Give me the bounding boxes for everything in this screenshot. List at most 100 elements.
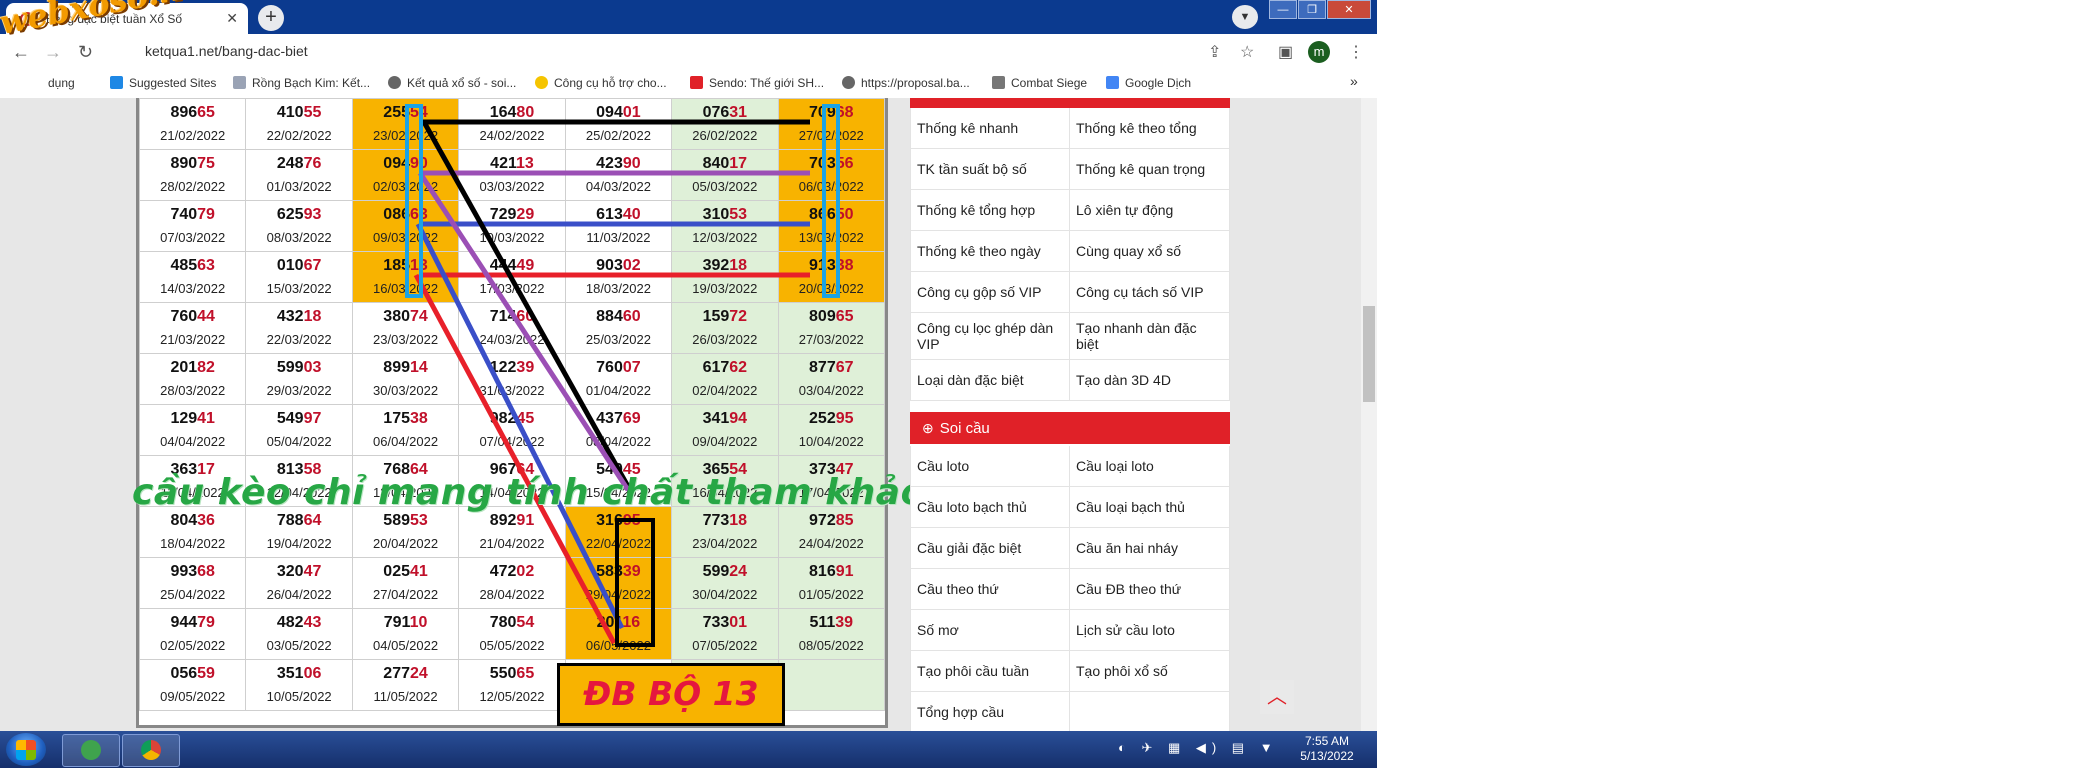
sidebar-link[interactable]: Tạo phôi xổ số [1070, 651, 1230, 691]
bookmark-google-dich[interactable]: Google Dịch [1106, 76, 1191, 90]
system-tray-icons[interactable]: ◐ ✈ ▦ ◀) ▤ ▼ [1118, 740, 1279, 756]
prize-date: 02/03/2022 [373, 179, 439, 194]
sidebar-link[interactable]: Thống kê quan trọng [1070, 149, 1230, 189]
prize-number-tail: 60 [622, 308, 641, 325]
prize-number-tail: 36 [197, 512, 215, 529]
sidebar-link[interactable]: Thống kê theo tổng [1070, 108, 1230, 148]
sidebar-link[interactable]: Cùng quay xổ số [1070, 231, 1230, 271]
sidebar-link[interactable]: Tạo nhanh dàn đặc biệt [1070, 313, 1230, 359]
bookmark-proposal[interactable]: https://proposal.ba... [842, 76, 970, 90]
sidebar-link[interactable]: Thống kê theo ngày [910, 231, 1070, 271]
bookmark-ket-qua-xo-so[interactable]: Kết quả xổ số - soi... [388, 76, 516, 90]
sidebar-link[interactable]: Tạo dàn 3D 4D [1070, 360, 1230, 400]
prize-number: 76044 [140, 307, 245, 327]
table-row: 20182 28/03/2022 59903 29/03/2022 89914 30/03… [138, 353, 886, 405]
sidebar-link[interactable]: Cầu loại bạch thủ [1070, 487, 1230, 527]
prize-date: 05/03/2022 [692, 179, 758, 194]
minimize-icon[interactable]: — [1269, 0, 1297, 19]
sidebar-link[interactable]: Số mơ [910, 610, 1070, 650]
prize-date: 01/05/2022 [798, 587, 864, 602]
sidebar-link[interactable]: Tạo phôi cầu tuần [910, 651, 1070, 691]
prize-number: 80436 [140, 511, 245, 531]
taskbar-app-chrome[interactable] [122, 734, 180, 767]
profile-avatar[interactable]: m [1308, 41, 1330, 63]
prize-number-tail: 97 [303, 410, 322, 427]
table-cell: 16480 24/02/2022 [458, 98, 566, 150]
sidebar-link[interactable]: Công cụ lọc ghép dàn VIP [910, 313, 1070, 359]
scrollbar-thumb[interactable] [1363, 306, 1375, 402]
table-cell: 71460 24/03/2022 [458, 302, 566, 354]
forward-arrow-icon[interactable]: → [44, 42, 62, 63]
sidebar-link[interactable]: Cầu giải đặc biệt [910, 528, 1070, 568]
prize-number-head: 903 [596, 257, 623, 274]
sidebar-link[interactable]: Cầu loại loto [1070, 446, 1230, 486]
sidebar-link[interactable]: Loại dàn đặc biệt [910, 360, 1070, 400]
more-bookmarks-icon[interactable]: » [1350, 73, 1358, 89]
sidebar-link[interactable]: Tổng hợp cầu [910, 692, 1070, 731]
bookmark-suggested-sites[interactable]: Suggested Sites [110, 76, 216, 90]
sidebar-link[interactable]: TK tần suất bộ số [910, 149, 1070, 189]
sidebar-link[interactable]: Lô xiên tự động [1070, 190, 1230, 230]
prize-date: 12/05/2022 [479, 689, 545, 704]
bookmark-cong-cu[interactable]: Công cụ hỗ trợ cho... [535, 76, 667, 90]
soi-cau-title: Soi cầu [939, 420, 990, 437]
sidebar-link[interactable]: Công cụ gộp số VIP [910, 272, 1070, 312]
prize-number: 08663 [353, 205, 458, 225]
taskbar-app-green[interactable] [62, 734, 120, 767]
new-tab-button[interactable]: + [258, 5, 284, 31]
prize-date: 18/04/2022 [160, 536, 226, 551]
bookmark-sendo[interactable]: Sendo: Thế giới SH... [690, 76, 824, 90]
close-tab-icon[interactable]: ✕ [226, 10, 238, 27]
share-icon[interactable]: ⇪ [1208, 42, 1221, 62]
sendo-icon [690, 76, 703, 89]
bookmark-combat-siege[interactable]: Combat Siege [992, 76, 1087, 90]
prize-number-head: 129 [170, 410, 198, 427]
prize-number-tail: 18 [729, 512, 748, 529]
scroll-to-top-button[interactable]: ︿ [1260, 680, 1294, 714]
window-close-icon[interactable]: ✕ [1327, 0, 1371, 19]
prize-number-head: 316 [596, 512, 623, 529]
prize-number-tail: 41 [197, 410, 215, 427]
prize-date: 20/03/2022 [798, 281, 864, 296]
table-cell: 78864 19/04/2022 [245, 506, 353, 558]
start-button[interactable] [6, 733, 46, 766]
sidebar-row: Tạo phôi cầu tuần Tạo phôi xổ số [910, 651, 1230, 692]
page-scrollbar[interactable] [1361, 98, 1377, 731]
sidebar-link[interactable]: Cầu ĐB theo thứ [1070, 569, 1230, 609]
sidebar-link[interactable]: Công cụ tách số VIP [1070, 272, 1230, 312]
prize-number-tail: 65 [197, 104, 215, 121]
prize-number-tail: 79 [197, 206, 215, 223]
table-cell: 17538 06/04/2022 [351, 404, 460, 456]
prize-number: 58953 [353, 511, 458, 531]
back-arrow-icon[interactable]: ← [12, 42, 30, 63]
reload-icon[interactable]: ↻ [78, 42, 93, 63]
sidebar-link[interactable]: Lịch sử cầu loto [1070, 610, 1230, 650]
bookmark-apps[interactable]: dụng [48, 76, 75, 90]
sidebar-link[interactable]: Thống kê tổng hợp [910, 190, 1070, 230]
tab-search-chevron-icon[interactable]: ▼ [1232, 5, 1258, 29]
table-cell: 27724 11/05/2022 [351, 659, 460, 711]
sidebar-link[interactable]: Cầu loto bạch thủ [910, 487, 1070, 527]
bookmark-rong-bach-kim[interactable]: Rồng Bạch Kim: Kết... [233, 76, 370, 90]
taskbar-clock[interactable]: 7:55 AM 5/13/2022 [1292, 734, 1362, 764]
prize-number-head: 599 [702, 563, 730, 580]
sidebar-row: Loại dàn đặc biệt Tạo dàn 3D 4D [910, 360, 1230, 401]
sidebar-link[interactable]: Cầu ăn hai nháy [1070, 528, 1230, 568]
sidebar-link[interactable]: Cầu loto [910, 446, 1070, 486]
game-icon [992, 76, 1005, 89]
prize-number-tail: 13 [410, 257, 428, 274]
sidebar-row: Tổng hợp cầu [910, 692, 1230, 731]
prize-number-head: 421 [490, 155, 516, 172]
prize-number-head: 583 [596, 563, 623, 580]
prize-number-head: 892 [489, 512, 517, 529]
restore-icon[interactable]: ❐ [1298, 0, 1326, 19]
sidebar-link[interactable]: Cầu theo thứ [910, 569, 1070, 609]
prize-number-tail: 91 [516, 512, 535, 529]
prize-number-tail: 10 [409, 614, 428, 631]
address-bar[interactable]: ketqua1.net/bang-dac-biet [145, 43, 308, 59]
prize-date: 23/02/2022 [373, 128, 439, 143]
bookmark-star-icon[interactable]: ☆ [1240, 42, 1254, 62]
sidebar-link[interactable]: Thống kê nhanh [910, 108, 1070, 148]
side-panel-icon[interactable]: ▣ [1278, 42, 1293, 62]
menu-kebab-icon[interactable]: ⋮ [1348, 42, 1364, 62]
